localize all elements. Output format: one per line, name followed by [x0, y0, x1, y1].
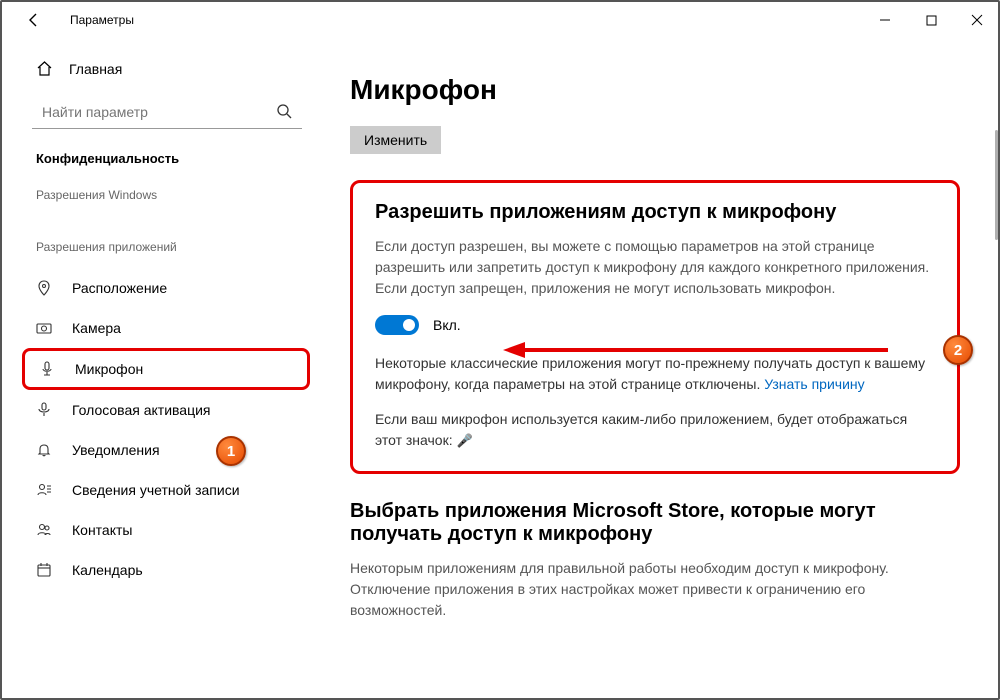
window-title: Параметры	[70, 13, 134, 27]
group-windows-permissions: Разрешения Windows	[0, 174, 320, 216]
sidebar-item-label: Голосовая активация	[72, 402, 211, 418]
microphone-glyph-icon: 🎤	[456, 433, 472, 448]
sidebar-item-voice-activation[interactable]: Голосовая активация	[0, 390, 320, 430]
content-area: Микрофон Изменить Разрешить приложениям …	[320, 40, 1000, 700]
search-icon	[276, 103, 292, 119]
change-button[interactable]: Изменить	[350, 126, 441, 154]
bell-icon	[36, 442, 54, 458]
account-icon	[36, 482, 54, 498]
close-button[interactable]	[954, 0, 1000, 40]
sidebar-item-label: Камера	[72, 320, 121, 336]
microphone-access-toggle[interactable]	[375, 315, 419, 335]
sidebar: Главная Конфиденциальность Разрешения Wi…	[0, 40, 320, 700]
section-header: Конфиденциальность	[0, 143, 320, 174]
allow-apps-description: Если доступ разрешен, вы можете с помощь…	[375, 236, 935, 299]
group-app-permissions: Разрешения приложений	[0, 216, 320, 268]
arrow-left-icon	[25, 11, 43, 29]
sidebar-item-contacts[interactable]: Контакты	[0, 510, 320, 550]
sidebar-item-label: Уведомления	[72, 442, 160, 458]
sidebar-item-microphone[interactable]: Микрофон	[22, 348, 310, 390]
sidebar-item-account-info[interactable]: Сведения учетной записи	[0, 470, 320, 510]
sidebar-item-label: Расположение	[72, 280, 167, 296]
learn-why-link[interactable]: Узнать причину	[764, 376, 864, 392]
sidebar-item-camera[interactable]: Камера	[0, 308, 320, 348]
back-button[interactable]	[20, 6, 48, 34]
page-title: Микрофон	[350, 74, 960, 106]
voice-icon	[36, 402, 54, 418]
camera-icon	[36, 320, 54, 336]
scrollbar-thumb[interactable]	[995, 130, 998, 240]
sidebar-item-calendar[interactable]: Календарь	[0, 550, 320, 590]
search-input[interactable]	[32, 95, 302, 129]
annotation-arrow	[503, 338, 893, 362]
microphone-icon	[39, 361, 57, 377]
sidebar-item-notifications[interactable]: Уведомления	[0, 430, 320, 470]
store-apps-description: Некоторым приложениям для правильной раб…	[350, 558, 890, 621]
location-icon	[36, 280, 54, 296]
sidebar-item-label: Календарь	[72, 562, 143, 578]
minimize-button[interactable]	[862, 0, 908, 40]
annotation-badge-2: 2	[943, 335, 973, 365]
sidebar-item-label: Контакты	[72, 522, 132, 538]
sidebar-item-label: Сведения учетной записи	[72, 482, 240, 498]
home-label: Главная	[69, 61, 122, 77]
sidebar-item-location[interactable]: Расположение	[0, 268, 320, 308]
calendar-icon	[36, 562, 54, 578]
mic-in-use-note: Если ваш микрофон используется каким-либ…	[375, 409, 935, 451]
allow-apps-title: Разрешить приложениям доступ к микрофону	[375, 201, 935, 224]
sidebar-item-label: Микрофон	[75, 361, 143, 377]
home-icon	[36, 60, 53, 77]
home-link[interactable]: Главная	[0, 50, 320, 87]
annotation-badge-1: 1	[216, 436, 246, 466]
allow-apps-section: Разрешить приложениям доступ к микрофону…	[350, 180, 960, 474]
contacts-icon	[36, 522, 54, 538]
store-apps-title: Выбрать приложения Microsoft Store, кото…	[350, 500, 890, 546]
maximize-button[interactable]	[908, 0, 954, 40]
toggle-state-label: Вкл.	[433, 317, 461, 333]
